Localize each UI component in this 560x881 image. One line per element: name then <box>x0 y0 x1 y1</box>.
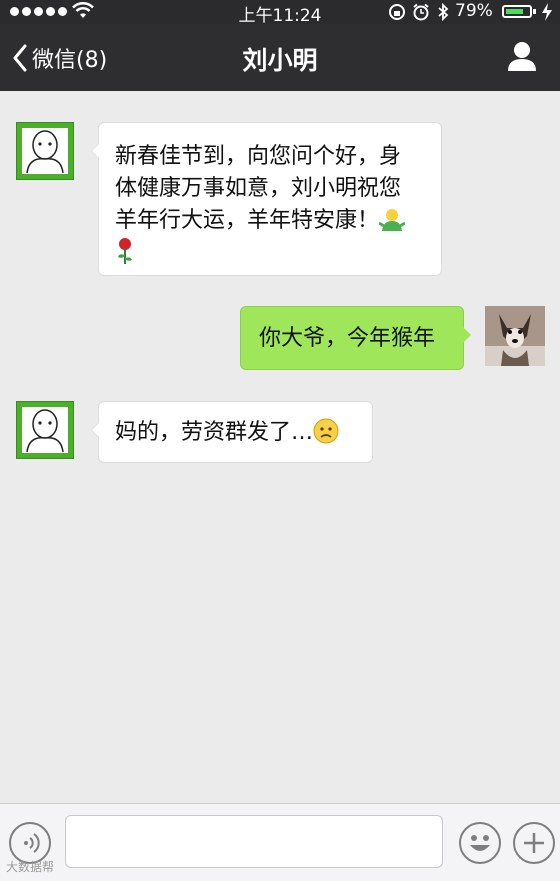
watermark: 大数据帮 <box>6 860 55 874</box>
message-line <box>115 237 425 265</box>
rotation-lock-icon <box>389 4 405 20</box>
battery-percent: 79% <box>455 1 493 21</box>
message-text: 妈的，劳资群发了… <box>115 420 314 445</box>
bluetooth-icon <box>438 3 449 21</box>
chat-title: 刘小明 <box>242 46 318 75</box>
charging-bolt-icon <box>542 3 552 21</box>
message-input[interactable] <box>65 815 443 868</box>
input-bar <box>0 803 560 881</box>
smiley-icon <box>470 835 490 851</box>
status-bar: 上午11:24 79% <box>0 0 560 26</box>
person-placeholder-icon <box>22 407 68 453</box>
sad-face-emoji-icon <box>313 418 339 444</box>
plus-icon <box>524 833 544 853</box>
message-bubble-received[interactable]: 新春佳节到，向您问个好，身 体健康万事如意，刘小明祝您 羊年行大运，羊年特安康！ <box>91 122 442 276</box>
message-line-text: 羊年行大运，羊年特安康！ <box>115 208 380 233</box>
emoji-button[interactable] <box>459 822 501 864</box>
message-text: 你大爷，今年猴年 <box>259 326 436 351</box>
contact-avatar[interactable] <box>16 401 74 459</box>
message-line: 妈的，劳资群发了… <box>115 417 356 449</box>
green-person-emoji-icon <box>378 209 406 231</box>
my-avatar[interactable] <box>485 306 545 366</box>
rose-emoji-icon <box>118 238 132 264</box>
message-bubble-sent[interactable]: 你大爷，今年猴年 <box>240 306 471 370</box>
contact-avatar[interactable] <box>16 122 74 180</box>
voice-icon <box>24 833 40 853</box>
dog-photo-avatar <box>485 306 545 366</box>
message-line: 新春佳节到，向您问个好，身 <box>115 144 402 169</box>
battery-cap <box>533 9 536 14</box>
message-line: 羊年行大运，羊年特安康！ <box>115 205 425 237</box>
person-placeholder-icon <box>22 128 68 174</box>
status-icons <box>388 3 450 21</box>
battery-fill <box>506 9 523 14</box>
alarm-icon <box>413 3 429 21</box>
more-button[interactable] <box>513 822 555 864</box>
message-line: 体健康万事如意，刘小明祝您 <box>115 176 402 201</box>
battery-icon <box>502 5 532 18</box>
profile-icon[interactable] <box>506 40 538 72</box>
message-bubble-received[interactable]: 妈的，劳资群发了… <box>91 401 373 463</box>
nav-bar: 微信(8) 刘小明 <box>0 24 560 91</box>
